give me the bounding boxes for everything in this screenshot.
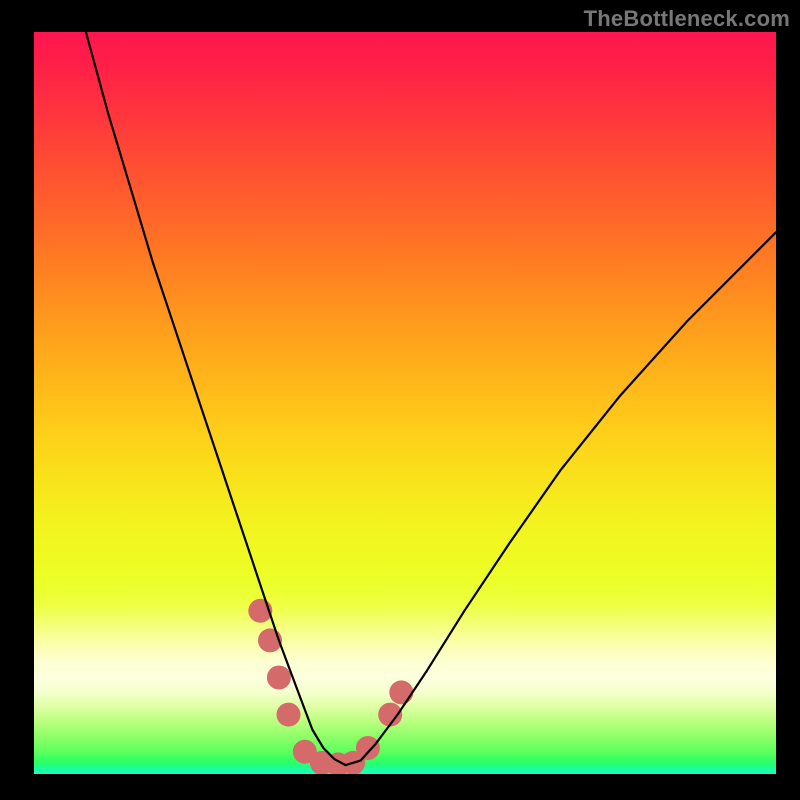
curve-marker bbox=[267, 666, 291, 690]
watermark-text: TheBottleneck.com bbox=[584, 6, 790, 32]
outer-frame: TheBottleneck.com bbox=[0, 0, 800, 800]
plot-area bbox=[34, 32, 776, 774]
chart-svg bbox=[34, 32, 776, 774]
curve-marker bbox=[356, 736, 380, 760]
bottleneck-curve bbox=[86, 32, 776, 765]
curve-marker bbox=[389, 680, 413, 704]
curve-marker bbox=[277, 703, 301, 727]
